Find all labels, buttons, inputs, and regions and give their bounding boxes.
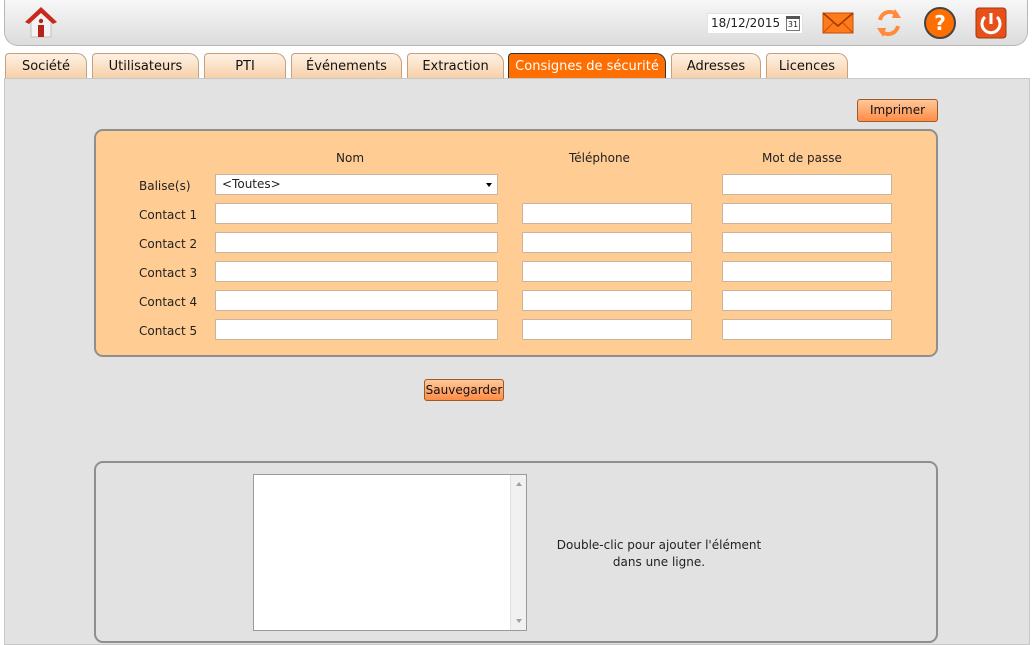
balise-select[interactable]: <Toutes> [215, 174, 498, 195]
element-listbox[interactable] [253, 474, 527, 631]
contact-5-name-field[interactable] [215, 319, 498, 340]
tab-adresses[interactable]: Adresses [671, 53, 761, 79]
tab-consignes-de-securite[interactable]: Consignes de sécurité [508, 53, 666, 79]
balise-selected-value: <Toutes> [222, 177, 281, 191]
contact-2-password-field[interactable] [722, 232, 892, 253]
contact-1-label: Contact 1 [139, 208, 198, 222]
help-icon[interactable]: ? [922, 5, 958, 41]
date-value: 18/12/2015 [711, 16, 781, 30]
contact-5-password-field[interactable] [722, 319, 892, 340]
contact-1-phone-field[interactable] [522, 203, 692, 224]
contact-3-phone-field[interactable] [522, 261, 692, 282]
contact-1-password-field[interactable] [722, 203, 892, 224]
tab-extraction[interactable]: Extraction [407, 53, 504, 79]
tab-bar: Société Utilisateurs PTI Événements Extr… [5, 53, 1030, 79]
column-header-password: Mot de passe [762, 151, 842, 165]
contact-4-phone-field[interactable] [522, 290, 692, 311]
calendar-icon[interactable]: 31 [786, 16, 800, 31]
listbox-scrollbar[interactable] [510, 475, 526, 630]
mail-icon[interactable] [820, 5, 856, 41]
contacts-form: Nom Téléphone Mot de passe Balise(s) <To… [94, 129, 938, 357]
scroll-down-icon[interactable] [516, 619, 522, 623]
scroll-up-icon[interactable] [516, 482, 522, 486]
contact-2-phone-field[interactable] [522, 232, 692, 253]
top-bar: 18/12/2015 31 ? [4, 0, 1028, 46]
tab-pti[interactable]: PTI [204, 53, 286, 79]
tab-societe[interactable]: Société [5, 53, 87, 79]
contact-3-name-field[interactable] [215, 261, 498, 282]
contact-5-label: Contact 5 [139, 324, 198, 338]
contact-5-phone-field[interactable] [522, 319, 692, 340]
main-panel: Imprimer Nom Téléphone Mot de passe Bali… [4, 78, 1030, 645]
save-button[interactable]: Sauvegarder [424, 379, 504, 401]
home-icon[interactable] [23, 5, 59, 41]
balise-label: Balise(s) [139, 179, 191, 193]
contact-2-name-field[interactable] [215, 232, 498, 253]
chevron-down-icon [486, 183, 492, 187]
contact-4-password-field[interactable] [722, 290, 892, 311]
contact-4-label: Contact 4 [139, 295, 198, 309]
svg-text:?: ? [934, 11, 946, 35]
refresh-icon[interactable] [871, 5, 907, 41]
contact-3-label: Contact 3 [139, 266, 198, 280]
contact-2-label: Contact 2 [139, 237, 198, 251]
column-header-name: Nom [336, 151, 365, 165]
print-button[interactable]: Imprimer [857, 99, 938, 122]
column-header-phone: Téléphone [569, 151, 630, 165]
double-click-hint: Double-clic pour ajouter l'élément dans … [556, 538, 762, 569]
element-list-panel: Double-clic pour ajouter l'élément dans … [94, 461, 938, 643]
contact-3-password-field[interactable] [722, 261, 892, 282]
contact-4-name-field[interactable] [215, 290, 498, 311]
date-field[interactable]: 18/12/2015 31 [707, 13, 803, 34]
tab-evenements[interactable]: Événements [291, 53, 402, 79]
tab-utilisateurs[interactable]: Utilisateurs [92, 53, 199, 79]
balise-password-field[interactable] [722, 174, 892, 195]
power-icon[interactable] [973, 5, 1009, 41]
contact-1-name-field[interactable] [215, 203, 498, 224]
tab-licences[interactable]: Licences [766, 53, 848, 79]
